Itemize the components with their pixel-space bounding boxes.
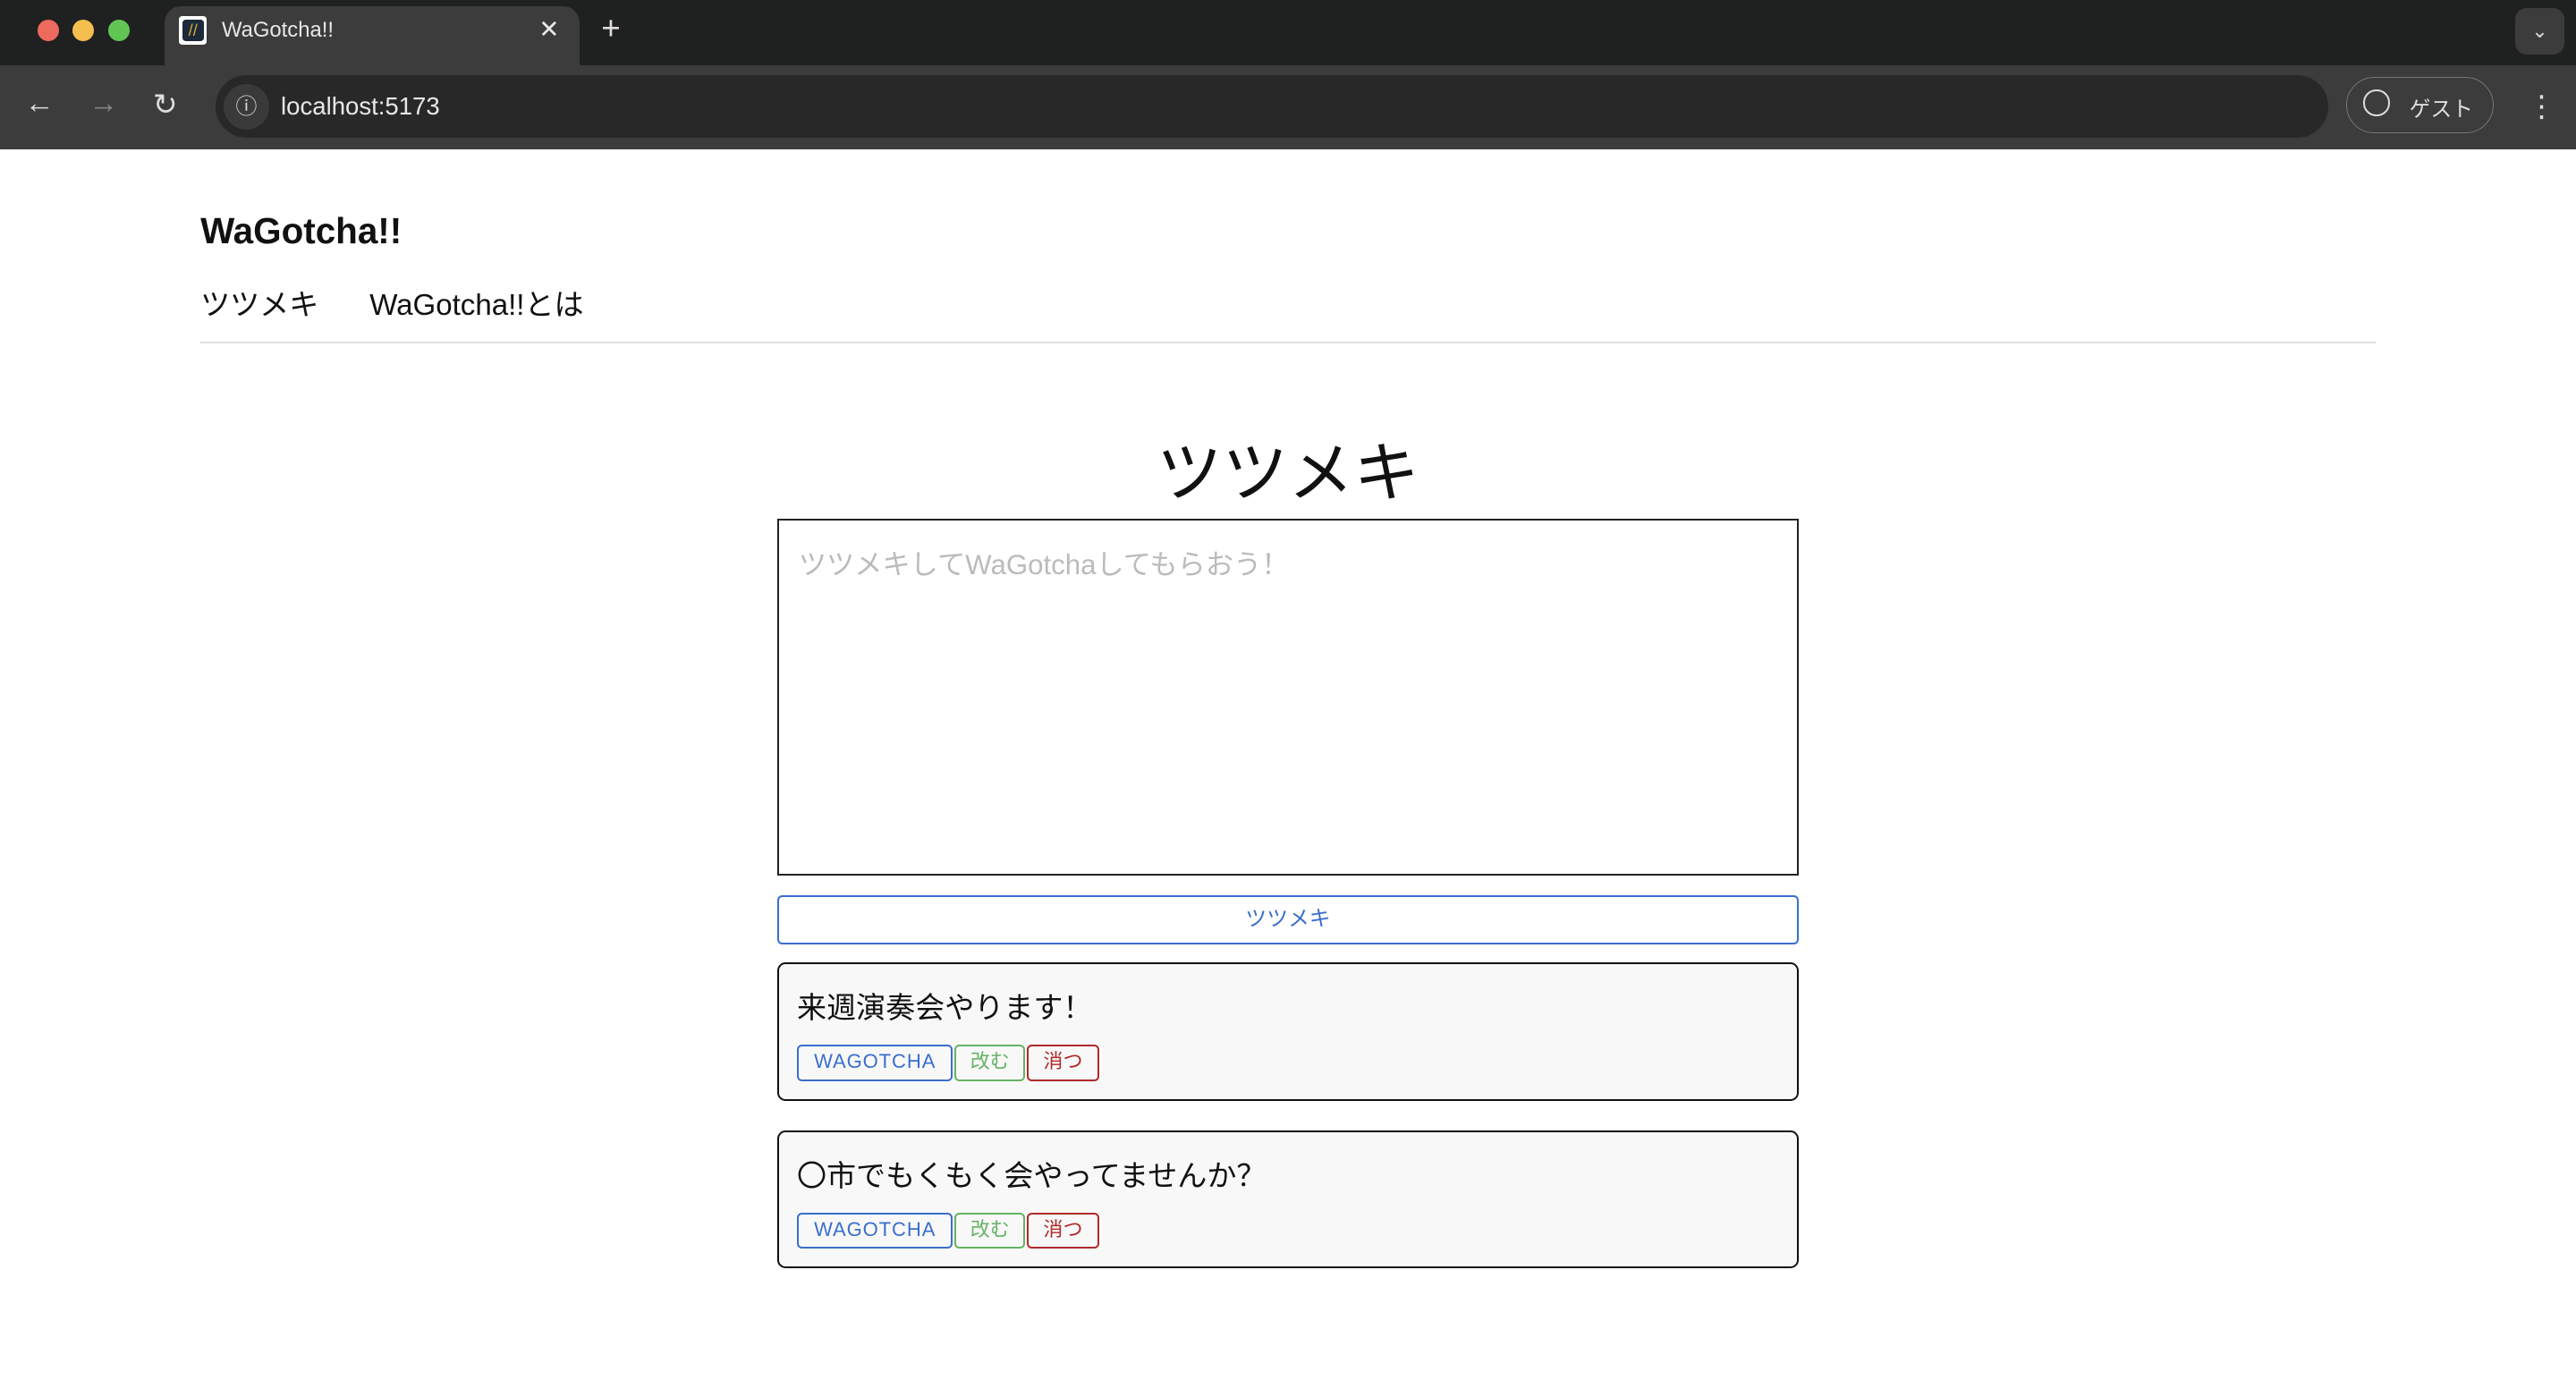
favicon-icon: // bbox=[179, 16, 208, 45]
divider bbox=[200, 342, 2376, 343]
submit-button[interactable]: ツツメキ bbox=[776, 894, 1800, 945]
minimize-window-button[interactable] bbox=[72, 20, 94, 41]
delete-button[interactable]: 消つ bbox=[1027, 1212, 1099, 1249]
profile-button[interactable]: ゲスト bbox=[2345, 77, 2495, 133]
edit-button[interactable]: 改む bbox=[954, 1045, 1026, 1081]
nav: ツツメキ WaGotcha!!とは bbox=[200, 281, 626, 324]
reload-icon[interactable]: ↻ bbox=[153, 87, 178, 123]
textarea-placeholder: ツツメキしてWaGotchaしてもらおう！ bbox=[798, 549, 1290, 581]
maximize-window-button[interactable] bbox=[108, 20, 131, 41]
post-textarea[interactable]: ツツメキしてWaGotchaしてもらおう！ bbox=[776, 519, 1800, 876]
post-card: 来週演奏会やります！ WAGOTCHA 改む 消つ bbox=[776, 962, 1800, 1101]
nav-tsutsumeki[interactable]: ツツメキ bbox=[200, 289, 318, 322]
delete-button[interactable]: 消つ bbox=[1027, 1045, 1099, 1081]
forward-icon[interactable]: → bbox=[89, 87, 118, 121]
page: WaGotcha!! ツツメキ WaGotcha!!とは ツツメキ ツツメキして… bbox=[0, 149, 2576, 1397]
close-window-button[interactable] bbox=[38, 20, 60, 41]
tab-strip: // WaGotcha!! ✕ + ⌄ bbox=[0, 0, 2576, 66]
post-text: 来週演奏会やります！ bbox=[796, 992, 1093, 1026]
page-title: ツツメキ bbox=[1157, 436, 1419, 511]
address-bar[interactable]: ⓘ localhost:5173 bbox=[215, 75, 2328, 139]
tab-title: WaGotcha!! bbox=[221, 18, 335, 43]
back-icon[interactable]: ← bbox=[25, 87, 55, 121]
close-tab-icon[interactable]: ✕ bbox=[538, 15, 559, 44]
profile-label: ゲスト bbox=[2409, 97, 2474, 122]
edit-button[interactable]: 改む bbox=[954, 1212, 1026, 1249]
nav-about[interactable]: WaGotcha!!とは bbox=[369, 289, 583, 322]
url-text[interactable]: localhost:5173 bbox=[281, 92, 440, 121]
menu-kebab-icon[interactable]: ⋮ bbox=[2527, 89, 2556, 124]
brand-title[interactable]: WaGotcha!! bbox=[200, 210, 402, 252]
post-text: 〇市でもくもく会やってませんか？ bbox=[796, 1159, 1267, 1193]
site-info-icon[interactable]: ⓘ bbox=[223, 83, 270, 131]
wagotcha-button[interactable]: WAGOTCHA bbox=[796, 1045, 953, 1081]
tab-search-chevron-icon[interactable]: ⌄ bbox=[2514, 8, 2565, 55]
post-card: 〇市でもくもく会やってませんか？ WAGOTCHA 改む 消つ bbox=[776, 1130, 1800, 1268]
new-tab-icon[interactable]: + bbox=[601, 10, 620, 47]
wagotcha-button[interactable]: WAGOTCHA bbox=[796, 1212, 953, 1249]
browser-tab[interactable]: // WaGotcha!! ✕ bbox=[164, 6, 580, 66]
profile-icon bbox=[2363, 89, 2390, 116]
